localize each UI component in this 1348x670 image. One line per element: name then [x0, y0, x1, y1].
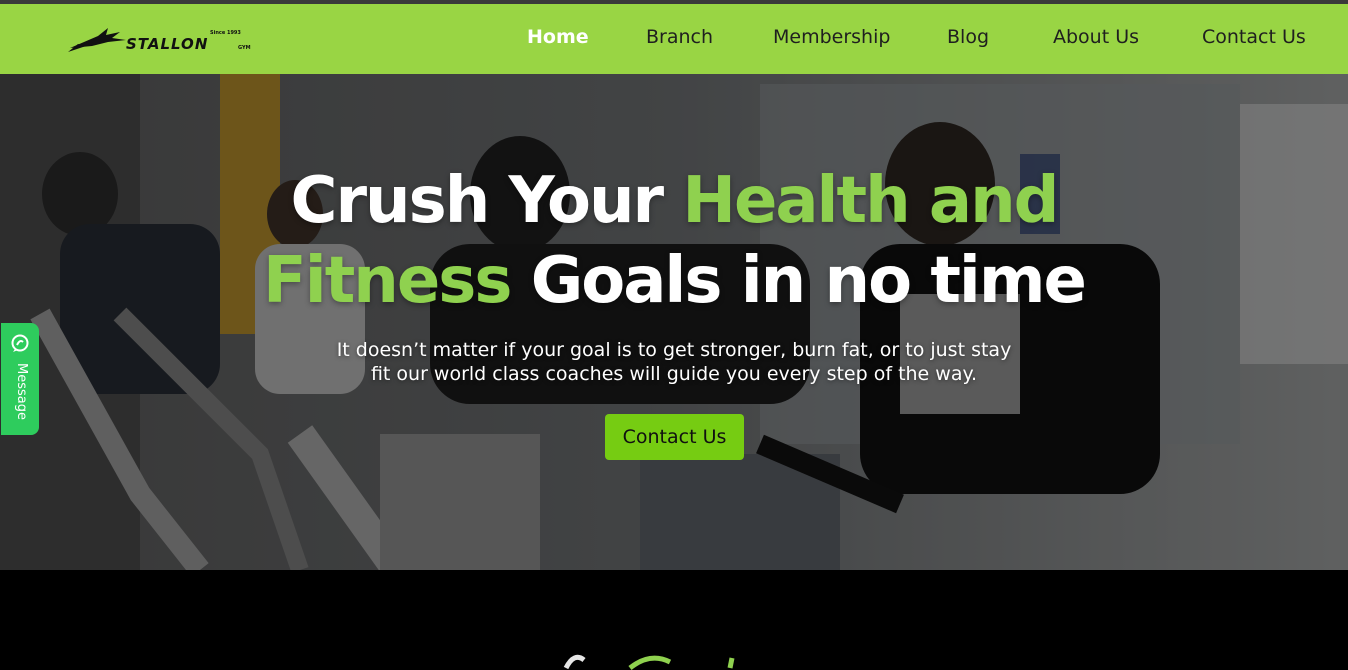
next-section: [0, 570, 1348, 659]
logo-since: Since 1993: [210, 30, 241, 36]
hero-headline-line1: Crush Your Health and: [0, 164, 1348, 238]
chat-bubble-icon: [11, 334, 29, 352]
logo-wordmark: STALLON: [126, 35, 208, 53]
hero-subtext-line2: fit our world class coaches will guide y…: [370, 363, 978, 385]
nav-branch[interactable]: Branch: [646, 26, 713, 48]
headline-accent-fitness: Fitness: [263, 244, 512, 318]
hero-headline-line2: Fitness Goals in no time: [0, 244, 1348, 318]
headline-text-crush: Crush Your: [290, 164, 683, 238]
nav-home[interactable]: Home: [527, 26, 589, 48]
headline-text-goals: Goals in no time: [510, 244, 1087, 318]
hero-dark-overlay: [0, 74, 1348, 570]
hero-subtext-line1: It doesn’t matter if your goal is to get…: [336, 339, 1012, 361]
contact-us-button[interactable]: Contact Us: [605, 414, 744, 460]
nav-contact-us[interactable]: Contact Us: [1202, 26, 1306, 48]
stallon-gym-logo[interactable]: STALLON Since 1993 GYM: [68, 22, 254, 58]
message-floating-tab[interactable]: Message: [1, 323, 39, 435]
hero-section: Crush Your Health and Fitness Goals in n…: [0, 74, 1348, 570]
main-navbar: STALLON Since 1993 GYM Home Branch Membe…: [0, 4, 1348, 74]
message-tab-label: Message: [14, 363, 29, 420]
logo-suffix: GYM: [238, 45, 251, 51]
next-section-heading-peek: [563, 654, 735, 670]
headline-accent-health: Health and: [682, 164, 1059, 238]
horse-logo-icon: STALLON Since 1993 GYM: [68, 28, 251, 53]
nav-about-us[interactable]: About Us: [1053, 26, 1139, 48]
nav-blog[interactable]: Blog: [947, 26, 989, 48]
nav-membership[interactable]: Membership: [773, 26, 890, 48]
